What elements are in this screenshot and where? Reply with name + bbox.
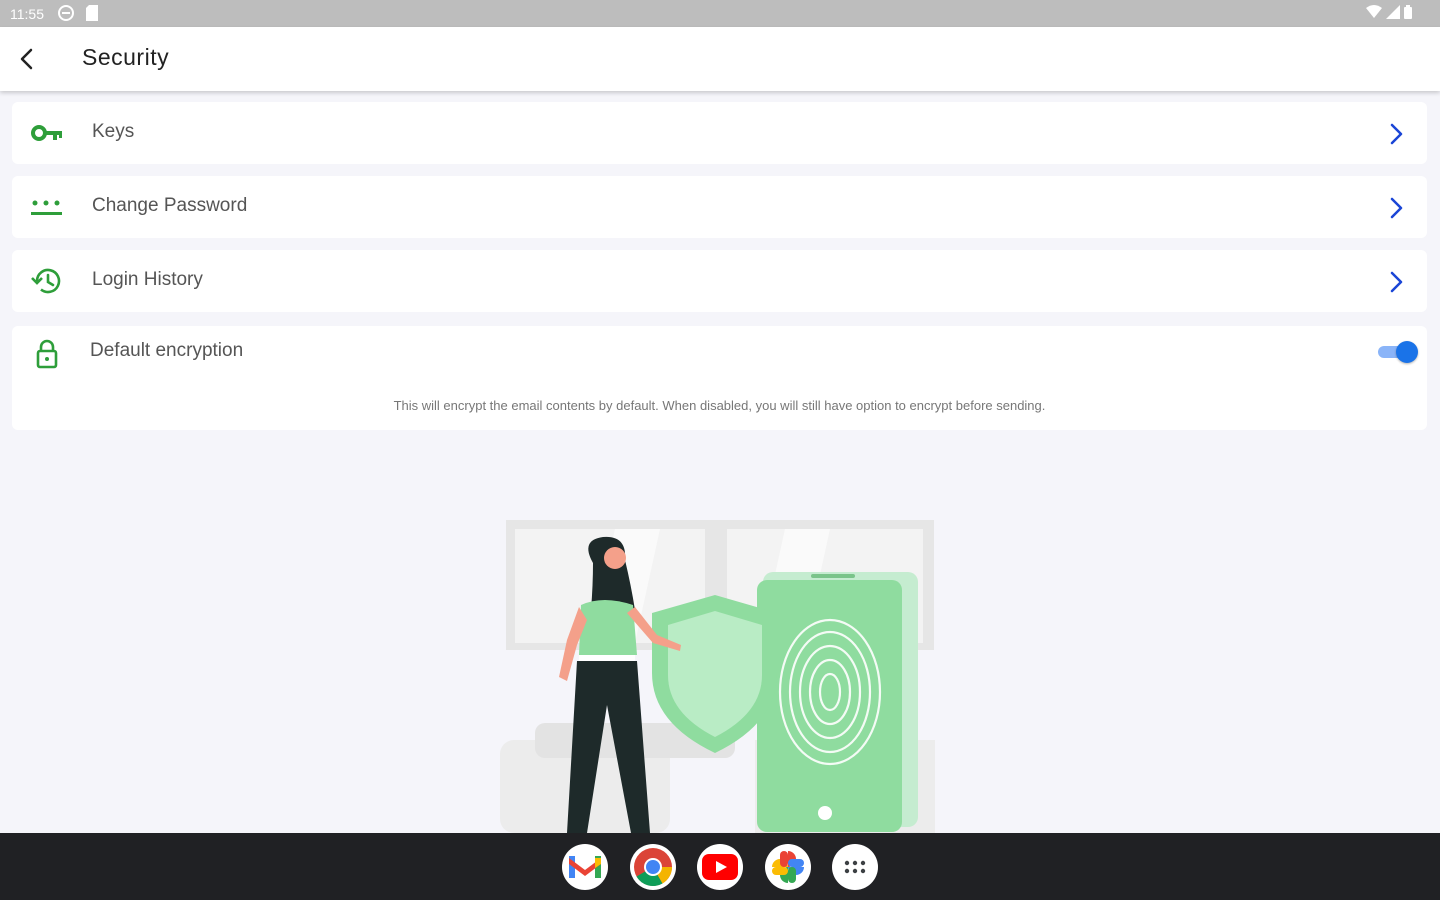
keys-row[interactable]: Keys [12, 102, 1427, 164]
password-icon [30, 192, 64, 222]
status-time: 11:55 [10, 6, 44, 22]
status-bar: 11:55 [0, 0, 1440, 27]
chrome-icon[interactable] [630, 844, 676, 890]
change-password-row[interactable]: Change Password [12, 176, 1427, 238]
history-icon [30, 266, 64, 296]
lock-icon [30, 338, 64, 369]
wifi-icon [1366, 5, 1382, 22]
default-encryption-label: Default encryption [90, 340, 244, 361]
default-encryption-toggle[interactable] [1378, 341, 1418, 363]
keys-label: Keys [92, 121, 135, 142]
chevron-right-icon [1383, 120, 1409, 148]
encryption-description: This will encrypt the email contents by … [393, 398, 1046, 413]
app-bar: Security [0, 27, 1440, 91]
security-illustration [495, 515, 945, 833]
page-title: Security [82, 44, 170, 70]
chevron-right-icon [1383, 268, 1409, 296]
taskbar [0, 833, 1440, 900]
login-history-row[interactable]: Login History [12, 250, 1427, 312]
chevron-right-icon [1383, 194, 1409, 222]
youtube-icon[interactable] [697, 844, 743, 890]
do-not-disturb-icon [58, 5, 74, 24]
photos-icon[interactable] [765, 844, 811, 890]
default-encryption-card: Default encryption This will encrypt the… [12, 326, 1427, 430]
login-history-label: Login History [92, 269, 203, 290]
app-launcher-icon[interactable] [832, 844, 878, 890]
signal-icon [1386, 5, 1400, 22]
key-icon [30, 118, 64, 148]
sim-card-icon [86, 5, 98, 24]
back-arrow-icon[interactable] [14, 45, 42, 73]
change-password-label: Change Password [92, 195, 248, 216]
gmail-icon[interactable] [562, 844, 608, 890]
battery-icon [1404, 5, 1412, 22]
